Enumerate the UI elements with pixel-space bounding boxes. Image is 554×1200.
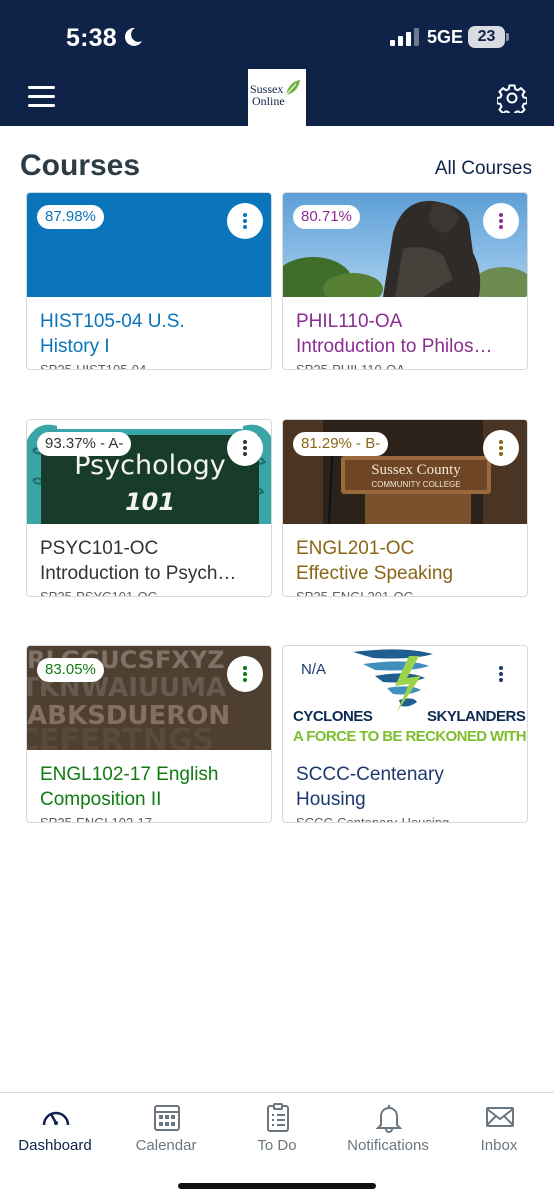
course-card-engl102[interactable]: RLGGUCSFXYZ TKNWAIUUMA ABKSDUERON CEFERT… (26, 645, 272, 823)
image-caption: Sussex County (371, 462, 461, 478)
image-caption: 101 (124, 488, 176, 516)
course-code: SP25-HIST105-04 (40, 362, 147, 370)
home-indicator (178, 1183, 376, 1189)
menu-icon[interactable] (28, 86, 55, 108)
course-code: SP25-PHIL110-OA (296, 362, 405, 370)
image-caption: CYCLONES (293, 708, 373, 725)
tab-calendar[interactable]: Calendar (111, 1093, 221, 1173)
grade-badge: 83.05% (37, 658, 104, 682)
grade-badge: 87.98% (37, 205, 104, 229)
tab-inbox[interactable]: Inbox (444, 1093, 554, 1173)
tab-notifications[interactable]: Notifications (333, 1093, 443, 1173)
tab-todo[interactable]: To Do (222, 1093, 332, 1173)
image-caption: SKYLANDERS (427, 708, 526, 725)
grade-badge: 93.37% - A- (37, 432, 132, 456)
tab-label: Notifications (347, 1137, 429, 1154)
course-name: SCCC-Centenary Housing (296, 764, 444, 810)
more-options-icon[interactable] (483, 203, 519, 239)
more-options-icon[interactable] (483, 656, 519, 692)
envelope-icon (486, 1107, 514, 1127)
tab-label: Calendar (135, 1137, 197, 1154)
course-card-engl201[interactable]: Sussex County COMMUNITY COLLEGE 81.29% -… (282, 419, 528, 597)
gear-icon[interactable] (497, 83, 527, 113)
clipboard-icon (267, 1103, 289, 1132)
bell-icon (375, 1105, 403, 1133)
grade-badge: N/A (293, 658, 335, 682)
more-options-icon[interactable] (227, 656, 263, 692)
all-courses-link[interactable]: All Courses (435, 158, 532, 180)
image-caption: A FORCE TO BE RECKONED WITH (293, 728, 527, 745)
course-name: ENGL201-OC Effective Speaking (296, 538, 454, 584)
calendar-icon (154, 1105, 180, 1131)
course-code: SCCC-Centenary-Housing (296, 815, 450, 823)
course-code: SP25-PSYC101-OC (40, 589, 158, 597)
course-card-sccc-housing[interactable]: CYCLONES SKYLANDERS A FORCE TO BE RECKON… (282, 645, 528, 823)
tab-dashboard[interactable]: Dashboard (0, 1093, 110, 1173)
grade-badge: 80.71% (293, 205, 360, 229)
grade-badge: 81.29% - B- (293, 432, 389, 456)
top-bar: 5:38 5GE 23 Sussex Online (0, 0, 554, 126)
course-name: PSYC101-OC Introduction to Psych… (40, 538, 237, 584)
moon-icon (124, 27, 142, 46)
battery-level: 23 (468, 26, 505, 48)
more-options-icon[interactable] (483, 430, 519, 466)
course-name: HIST105-04 U.S. History I (40, 311, 185, 357)
course-code: SP25-ENGL201-OC (296, 589, 414, 597)
course-code: SP25-ENGL102-17 (40, 815, 153, 823)
course-name: PHIL110-OA Introduction to Philos… (296, 311, 493, 357)
battery-icon: 23 (468, 26, 510, 48)
gauge-icon (42, 1111, 70, 1126)
status-time: 5:38 (66, 24, 117, 52)
page-title: Courses (20, 149, 141, 182)
tab-label: Dashboard (18, 1137, 92, 1154)
more-options-icon[interactable] (227, 203, 263, 239)
sussex-online-logo: Sussex Online (248, 69, 306, 126)
leaf-icon (285, 80, 300, 96)
signal-icon (390, 28, 419, 46)
image-caption: COMMUNITY COLLEGE (371, 480, 461, 489)
tab-label: Inbox (480, 1137, 518, 1154)
course-card-psyc101[interactable]: Psychology 101 93.37% - A- PSYC101-OC Int… (26, 419, 272, 597)
course-card-phil110[interactable]: 80.71% PHIL110-OA Introduction to Philos…… (282, 192, 528, 370)
course-name: ENGL102-17 English Composition II (40, 764, 219, 810)
network-label: 5GE (427, 27, 464, 47)
course-card-hist105[interactable]: 87.98% HIST105-04 U.S. History I SP25-HIS… (26, 192, 272, 370)
more-options-icon[interactable] (227, 430, 263, 466)
tab-label: To Do (257, 1137, 297, 1154)
